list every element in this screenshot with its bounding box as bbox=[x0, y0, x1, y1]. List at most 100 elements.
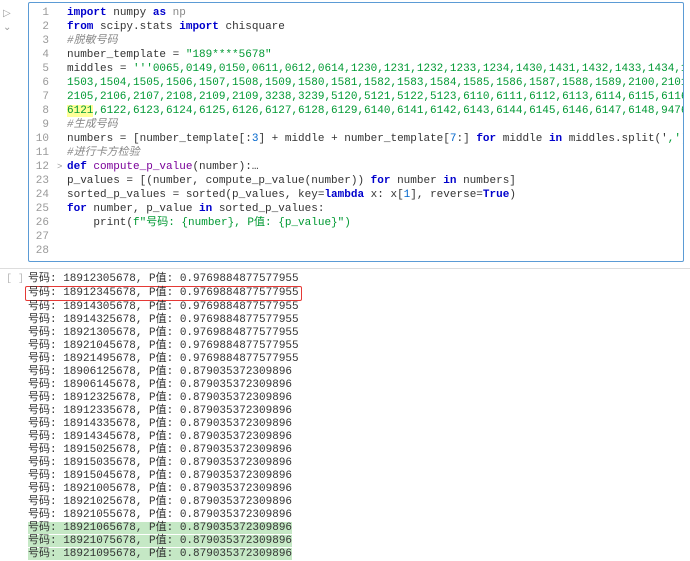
collapse-icon[interactable]: ⌄ bbox=[3, 22, 25, 34]
line-number: 12 bbox=[29, 160, 57, 174]
output-line: 号码: 18921095678, P值: 0.879035372309896 bbox=[28, 548, 684, 561]
code-line-23[interactable]: 23 p_values = [(number, compute_p_value(n… bbox=[29, 174, 683, 188]
output-line: 号码: 18921065678, P值: 0.879035372309896 bbox=[28, 522, 684, 535]
line-number: 23 bbox=[29, 174, 57, 188]
code-line-1[interactable]: 1 import numpy as np bbox=[29, 6, 683, 20]
run-icon[interactable]: ▷ bbox=[3, 8, 25, 20]
line-number: 1 bbox=[29, 6, 57, 20]
code-content[interactable]: #进行卡方检验 bbox=[67, 146, 683, 160]
output-line: 号码: 18921495678, P值: 0.9769884877577955 bbox=[28, 353, 684, 366]
fold-marker[interactable] bbox=[57, 216, 67, 230]
line-number: 27 bbox=[29, 230, 57, 244]
code-content[interactable]: from scipy.stats import chisquare bbox=[67, 20, 683, 34]
fold-marker[interactable] bbox=[57, 230, 67, 244]
code-line-7[interactable]: 7 2105,2106,2107,2108,2109,2109,3238,3239… bbox=[29, 90, 683, 104]
code-content[interactable]: print(f"号码: {number}, P值: {p_value}") bbox=[67, 216, 683, 230]
code-line-4[interactable]: 4 number_template = "189****5678" bbox=[29, 48, 683, 62]
output-line: 号码: 18915045678, P值: 0.879035372309896 bbox=[28, 470, 684, 483]
line-number: 7 bbox=[29, 90, 57, 104]
code-line-3[interactable]: 3 #脱敏号码 bbox=[29, 34, 683, 48]
output-line: 号码: 18921055678, P值: 0.879035372309896 bbox=[28, 509, 684, 522]
fold-marker[interactable] bbox=[57, 174, 67, 188]
code-line-12[interactable]: 12>def compute_p_value(number):… bbox=[29, 160, 683, 174]
fold-marker[interactable] bbox=[57, 146, 67, 160]
code-content[interactable]: middles = '''0065,0149,0150,0611,0612,06… bbox=[67, 62, 683, 76]
code-content[interactable]: for number, p_value in sorted_p_values: bbox=[67, 202, 683, 216]
line-number: 2 bbox=[29, 20, 57, 34]
output-line: 号码: 18914305678, P值: 0.9769884877577955 bbox=[28, 301, 684, 314]
editor-gutter-controls: ▷ ⌄ bbox=[3, 8, 25, 36]
line-number: 5 bbox=[29, 62, 57, 76]
code-line-5[interactable]: 5 middles = '''0065,0149,0150,0611,0612,0… bbox=[29, 62, 683, 76]
line-number: 6 bbox=[29, 76, 57, 90]
code-line-24[interactable]: 24 sorted_p_values = sorted(p_values, key… bbox=[29, 188, 683, 202]
output-line: 号码: 18912325678, P值: 0.879035372309896 bbox=[28, 392, 684, 405]
output-line: 号码: 18914345678, P值: 0.879035372309896 bbox=[28, 431, 684, 444]
fold-marker[interactable] bbox=[57, 118, 67, 132]
code-line-25[interactable]: 25 for number, p_value in sorted_p_values… bbox=[29, 202, 683, 216]
line-number: 24 bbox=[29, 188, 57, 202]
fold-marker[interactable] bbox=[57, 244, 67, 258]
code-content[interactable]: 6121,6122,6123,6124,6125,6126,6127,6128,… bbox=[67, 104, 683, 118]
code-content[interactable]: sorted_p_values = sorted(p_values, key=l… bbox=[67, 188, 683, 202]
fold-marker[interactable] bbox=[57, 48, 67, 62]
output-area: 号码: 18912305678, P值: 0.9769884877577955号… bbox=[28, 273, 684, 561]
code-line-26[interactable]: 26 print(f"号码: {number}, P值: {p_value}") bbox=[29, 216, 683, 230]
output-line: 号码: 18921025678, P值: 0.879035372309896 bbox=[28, 496, 684, 509]
code-line-11[interactable]: 11 #进行卡方检验 bbox=[29, 146, 683, 160]
output-label: [ ] bbox=[6, 274, 24, 285]
code-editor[interactable]: 1 import numpy as np 2 from scipy.stats imp… bbox=[28, 2, 684, 262]
code-line-9[interactable]: 9 #生成号码 bbox=[29, 118, 683, 132]
code-content[interactable]: 1503,1504,1505,1506,1507,1508,1509,1580,… bbox=[67, 76, 683, 90]
code-content[interactable]: p_values = [(number, compute_p_value(num… bbox=[67, 174, 683, 188]
output-line: 号码: 18906145678, P值: 0.879035372309896 bbox=[28, 379, 684, 392]
output-line: 号码: 18912335678, P值: 0.879035372309896 bbox=[28, 405, 684, 418]
line-number: 25 bbox=[29, 202, 57, 216]
fold-marker[interactable]: > bbox=[57, 160, 67, 174]
output-line: 号码: 18921045678, P值: 0.9769884877577955 bbox=[28, 340, 684, 353]
code-content[interactable] bbox=[67, 244, 683, 258]
code-line-6[interactable]: 6 1503,1504,1505,1506,1507,1508,1509,1580… bbox=[29, 76, 683, 90]
highlighted-output: 号码: 18912345678, P值: 0.9769884877577955 bbox=[25, 286, 302, 301]
fold-marker[interactable] bbox=[57, 188, 67, 202]
fold-marker[interactable] bbox=[57, 104, 67, 118]
code-content[interactable]: #脱敏号码 bbox=[67, 34, 683, 48]
output-line: 号码: 18914335678, P值: 0.879035372309896 bbox=[28, 418, 684, 431]
line-number: 11 bbox=[29, 146, 57, 160]
output-line: 号码: 18921305678, P值: 0.9769884877577955 bbox=[28, 327, 684, 340]
output-line: 号码: 18921075678, P值: 0.879035372309896 bbox=[28, 535, 684, 548]
line-number: 8 bbox=[29, 104, 57, 118]
code-line-27[interactable]: 27 bbox=[29, 230, 683, 244]
fold-marker[interactable] bbox=[57, 132, 67, 146]
code-content[interactable]: 2105,2106,2107,2108,2109,2109,3238,3239,… bbox=[67, 90, 683, 104]
output-line: 号码: 18914325678, P值: 0.9769884877577955 bbox=[28, 314, 684, 327]
code-content[interactable]: #生成号码 bbox=[67, 118, 683, 132]
fold-marker[interactable] bbox=[57, 202, 67, 216]
line-number: 4 bbox=[29, 48, 57, 62]
fold-marker[interactable] bbox=[57, 34, 67, 48]
line-number: 10 bbox=[29, 132, 57, 146]
code-content[interactable]: numbers = [number_template[:3] + middle … bbox=[67, 132, 683, 146]
output-line: 号码: 18912345678, P值: 0.9769884877577955 bbox=[28, 286, 684, 301]
code-line-10[interactable]: 10 numbers = [number_template[:3] + middl… bbox=[29, 132, 683, 146]
line-number: 3 bbox=[29, 34, 57, 48]
line-number: 26 bbox=[29, 216, 57, 230]
output-line: 号码: 18915035678, P值: 0.879035372309896 bbox=[28, 457, 684, 470]
output-line: 号码: 18915025678, P值: 0.879035372309896 bbox=[28, 444, 684, 457]
output-line: 号码: 18921005678, P值: 0.879035372309896 bbox=[28, 483, 684, 496]
code-line-28[interactable]: 28 bbox=[29, 244, 683, 258]
code-line-8[interactable]: 8 6121,6122,6123,6124,6125,6126,6127,6128… bbox=[29, 104, 683, 118]
fold-marker[interactable] bbox=[57, 90, 67, 104]
fold-marker[interactable] bbox=[57, 76, 67, 90]
code-content[interactable]: import numpy as np bbox=[67, 6, 683, 20]
output-line: 号码: 18906125678, P值: 0.879035372309896 bbox=[28, 366, 684, 379]
code-line-2[interactable]: 2 from scipy.stats import chisquare bbox=[29, 20, 683, 34]
code-content[interactable]: number_template = "189****5678" bbox=[67, 48, 683, 62]
fold-marker[interactable] bbox=[57, 20, 67, 34]
fold-marker[interactable] bbox=[57, 6, 67, 20]
output-line: 号码: 18912305678, P值: 0.9769884877577955 bbox=[28, 273, 684, 286]
fold-marker[interactable] bbox=[57, 62, 67, 76]
line-number: 9 bbox=[29, 118, 57, 132]
code-content[interactable] bbox=[67, 230, 683, 244]
code-content[interactable]: def compute_p_value(number):… bbox=[67, 160, 683, 174]
